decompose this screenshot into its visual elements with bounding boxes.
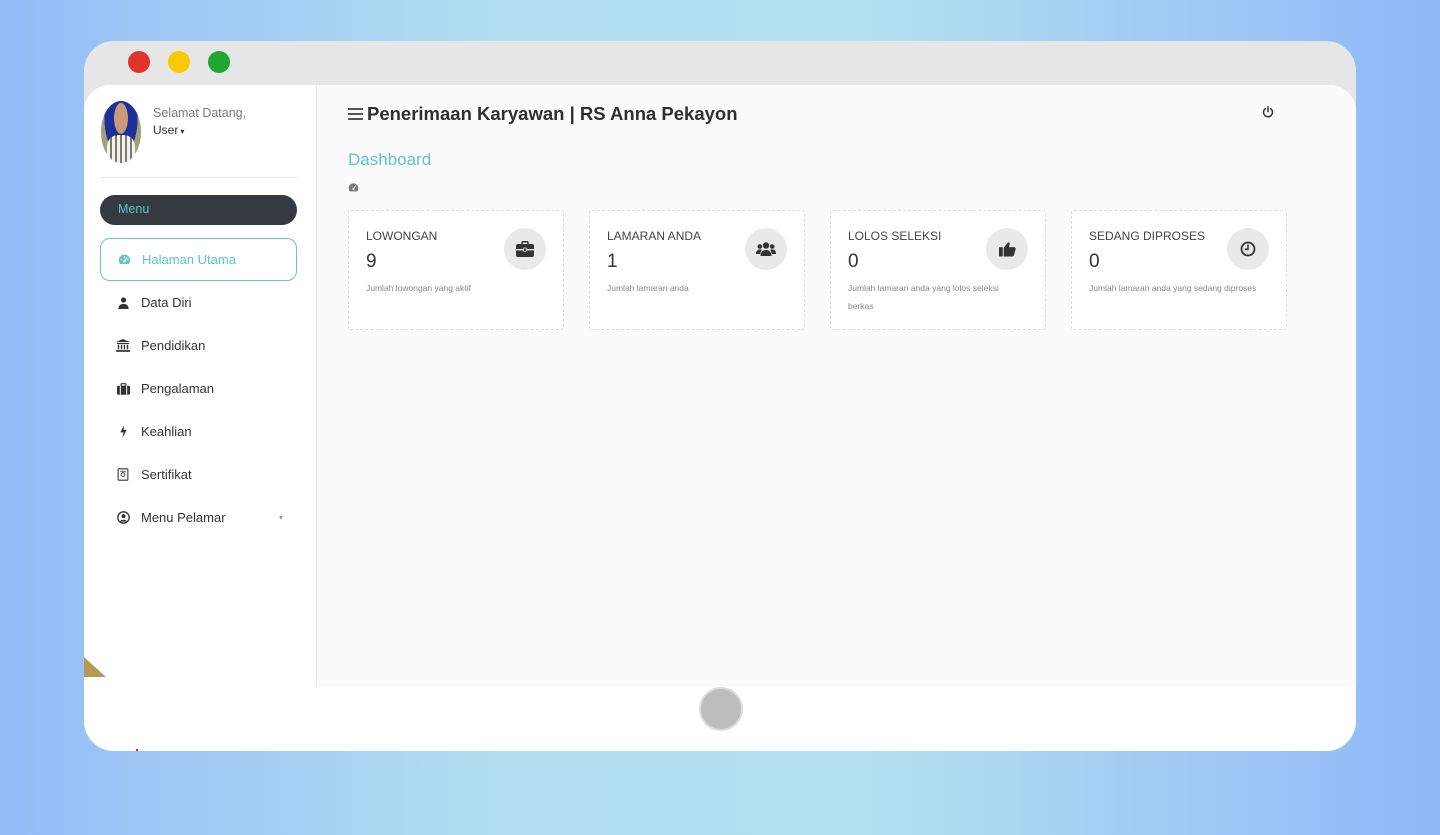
sidebar-item-label: Halaman Utama — [142, 252, 236, 267]
topbar: Penerimaan Karyawan | RS Anna Pekayon — [348, 103, 738, 125]
user-icon — [116, 296, 130, 310]
stat-card-lamaran-anda: LAMARAN ANDA 1 Jumlah lamaran anda — [589, 210, 805, 330]
briefcase-icon — [116, 382, 130, 396]
sidebar-item-pendidikan[interactable]: Pendidikan — [100, 324, 297, 367]
sidebar-item-data-diri[interactable]: Data Diri — [100, 281, 297, 324]
page-title: Dashboard — [348, 150, 432, 169]
stat-card-lolos-seleksi: LOLOS SELEKSI 0 Jumlah lamaran anda yang… — [830, 210, 1046, 330]
avatar — [101, 101, 141, 163]
username: User — [153, 123, 179, 137]
card-description: Jumlah lamaran anda yang lolos seleksi b… — [848, 283, 999, 311]
sidebar-item-label: Menu Pelamar — [141, 510, 226, 525]
stat-cards: LOWONGAN 9 Jumlah lowongan yang aktif LA… — [348, 210, 1287, 330]
thumbs-up-icon — [986, 228, 1028, 270]
sidebar-nav: Halaman Utama Data Diri Pendidikan Penga… — [100, 238, 297, 539]
sidebar-item-halaman-utama[interactable]: Halaman Utama — [100, 238, 297, 281]
sidebar-item-menu-pelamar[interactable]: Menu Pelamar ▾ — [100, 496, 297, 539]
user-dropdown[interactable]: User ▾ — [153, 123, 184, 137]
window-controls — [128, 51, 230, 73]
maximize-dot[interactable] — [208, 51, 230, 73]
sidebar-item-pengalaman[interactable]: Pengalaman — [100, 367, 297, 410]
certificate-icon — [116, 468, 130, 482]
card-description: Jumlah lamaran anda yang sedang diproses — [1089, 283, 1257, 293]
device-bottom-bar — [84, 687, 1356, 751]
chevron-down-icon: ▾ — [278, 513, 283, 522]
sidebar-item-label: Pendidikan — [141, 338, 206, 353]
stat-card-sedang-diproses: SEDANG DIPROSES 0 Jumlah lamaran anda ya… — [1071, 210, 1287, 330]
dashboard-icon — [348, 180, 359, 192]
minimize-dot[interactable] — [168, 51, 190, 73]
sidebar-item-sertifikat[interactable]: Sertifikat — [100, 453, 297, 496]
app-screen: Selamat Datang, User ▾ Menu Halaman Utama… — [84, 85, 1356, 687]
stat-card-lowongan: LOWONGAN 9 Jumlah lowongan yang aktif — [348, 210, 564, 330]
card-description: Jumlah lowongan yang aktif — [366, 283, 471, 293]
users-icon — [745, 228, 787, 270]
dashboard-icon — [117, 253, 131, 267]
sidebar: Selamat Datang, User ▾ Menu Halaman Utama… — [84, 85, 317, 687]
main-content: Penerimaan Karyawan | RS Anna Pekayon Da… — [318, 85, 1356, 687]
power-icon[interactable] — [1262, 105, 1276, 119]
device-frame: Selamat Datang, User ▾ Menu Halaman Utama… — [84, 41, 1356, 751]
sidebar-item-label: Data Diri — [141, 295, 192, 310]
welcome-text: Selamat Datang, — [153, 106, 247, 120]
menu-header: Menu — [100, 195, 297, 225]
briefcase-icon — [504, 228, 546, 270]
sidebar-item-label: Keahlian — [141, 424, 192, 439]
caret-down-icon: ▾ — [180, 127, 185, 136]
user-panel: Selamat Datang, User ▾ — [101, 101, 297, 178]
user-circle-icon — [116, 511, 130, 525]
close-dot[interactable] — [128, 51, 150, 73]
sidebar-item-keahlian[interactable]: Keahlian — [100, 410, 297, 453]
university-icon — [116, 339, 130, 353]
sidebar-item-label: Sertifikat — [141, 467, 192, 482]
home-button[interactable] — [701, 689, 741, 729]
app-title: Penerimaan Karyawan | RS Anna Pekayon — [367, 103, 738, 124]
sidebar-item-label: Pengalaman — [141, 381, 214, 396]
clock-icon — [1227, 228, 1269, 270]
corner-decoration — [84, 657, 106, 677]
decorative-mark — [136, 749, 138, 751]
hamburger-icon[interactable] — [348, 108, 363, 120]
card-description: Jumlah lamaran anda — [607, 283, 689, 293]
bolt-icon — [116, 425, 130, 439]
